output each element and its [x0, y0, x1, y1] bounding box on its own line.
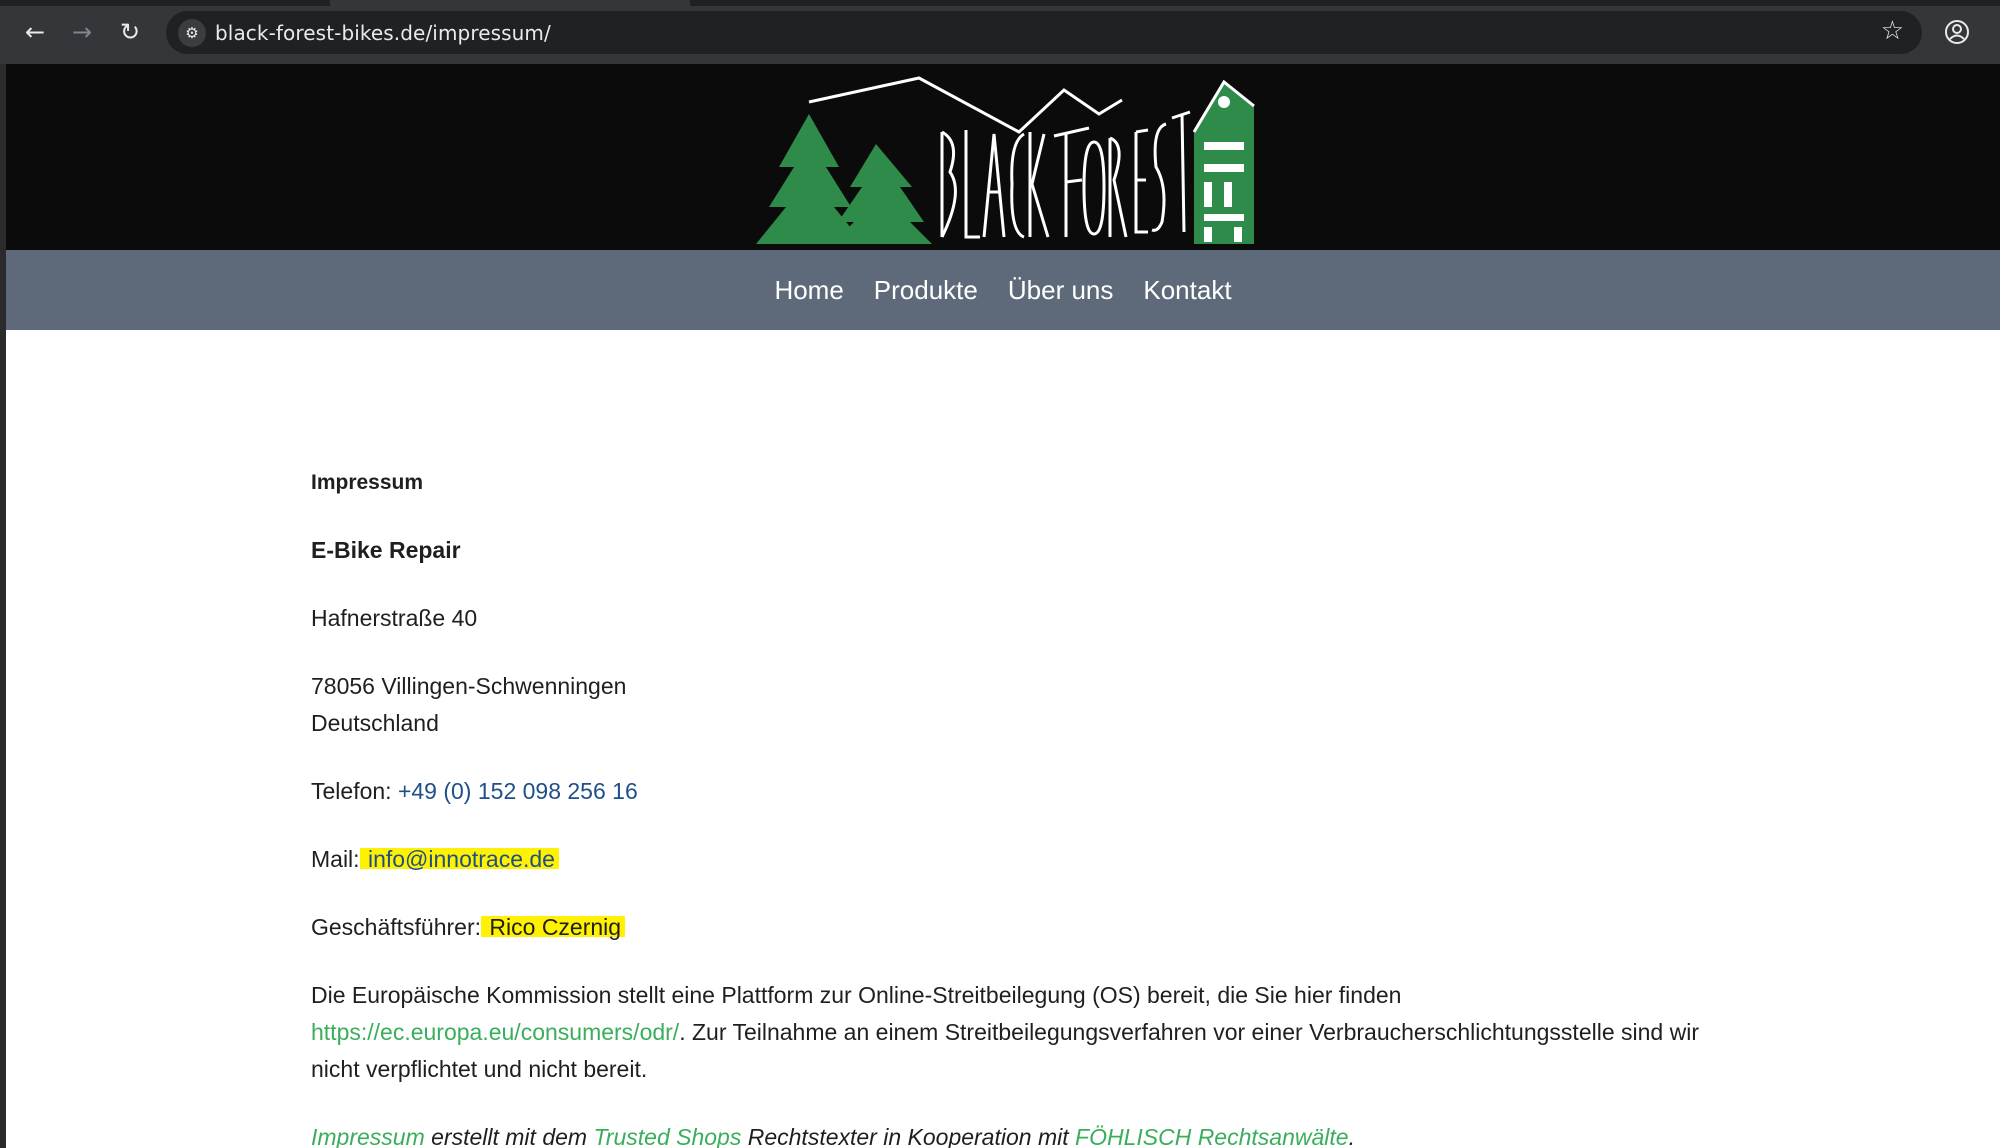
ceo-name: Rico Czernig: [481, 914, 626, 940]
impressum-content: Impressum E-Bike Repair Hafnerstraße 40 …: [311, 464, 1721, 1148]
phone-link[interactable]: +49 (0) 152 098 256 16: [398, 778, 638, 804]
nav-ueber-uns[interactable]: Über uns: [1008, 275, 1114, 306]
nav-kontakt[interactable]: Kontakt: [1143, 275, 1231, 306]
nav-produkte[interactable]: Produkte: [874, 275, 978, 306]
main-navigation: Home Produkte Über uns Kontakt: [6, 250, 2000, 330]
city-country: 78056 Villingen-Schwenningen Deutschland: [311, 668, 1721, 742]
ceo-label: Geschäftsführer:: [311, 914, 488, 940]
impressum-credit-link[interactable]: Impressum: [311, 1124, 425, 1148]
foehlisch-link[interactable]: FÖHLISCH Rechtsanwälte: [1075, 1124, 1349, 1148]
mail-label: Mail:: [311, 846, 366, 872]
odr-paragraph: Die Europäische Kommission stellt eine P…: [311, 977, 1721, 1088]
ceo-line: Geschäftsführer: Rico Czernig: [311, 909, 1721, 946]
tab-strip: [0, 0, 2000, 6]
forward-arrow-icon[interactable]: →: [62, 14, 102, 50]
street-address: Hafnerstraße 40: [311, 605, 478, 631]
bookmark-star-icon[interactable]: ☆: [1881, 16, 1904, 46]
address-bar[interactable]: ⚙ black-forest-bikes.de/impressum/ ☆: [166, 11, 1922, 54]
site-header: [6, 64, 2000, 250]
odr-text-1: Die Europäische Kommission stellt eine P…: [311, 982, 1402, 1008]
site-settings-icon[interactable]: ⚙: [178, 19, 206, 47]
active-tab[interactable]: [330, 0, 690, 6]
nav-home[interactable]: Home: [774, 275, 843, 306]
reload-icon[interactable]: ↻: [110, 14, 150, 50]
page-viewport: Home Produkte Über uns Kontakt Impressum…: [6, 64, 2000, 1148]
back-arrow-icon[interactable]: ←: [15, 14, 55, 50]
country-line: Deutschland: [311, 710, 439, 736]
odr-link[interactable]: https://ec.europa.eu/consumers/odr/: [311, 1019, 679, 1045]
phone-line: Telefon: +49 (0) 152 098 256 16: [311, 773, 1721, 810]
phone-label: Telefon:: [311, 778, 398, 804]
credit-text-2: Rechtstexter in Kooperation mit: [741, 1124, 1076, 1148]
browser-toolbar: ← → ↻ ⚙ black-forest-bikes.de/impressum/…: [0, 0, 2000, 64]
trusted-shops-link[interactable]: Trusted Shops: [593, 1124, 741, 1148]
mail-link[interactable]: info@innotrace.de: [359, 846, 559, 872]
credit-text-3: .: [1348, 1124, 1355, 1148]
mail-line: Mail: info@innotrace.de: [311, 841, 1721, 878]
credit-text-1: erstellt mit dem: [424, 1124, 594, 1148]
legal-credit-line: Impressum erstellt mit dem Trusted Shops…: [311, 1119, 1721, 1148]
city-line: 78056 Villingen-Schwenningen: [311, 673, 627, 699]
profile-icon[interactable]: [1942, 17, 1972, 47]
page-title: Impressum: [311, 471, 424, 494]
brand-logo[interactable]: [754, 72, 1274, 244]
url-text[interactable]: black-forest-bikes.de/impressum/: [215, 21, 551, 45]
company-name: E-Bike Repair: [311, 537, 461, 563]
